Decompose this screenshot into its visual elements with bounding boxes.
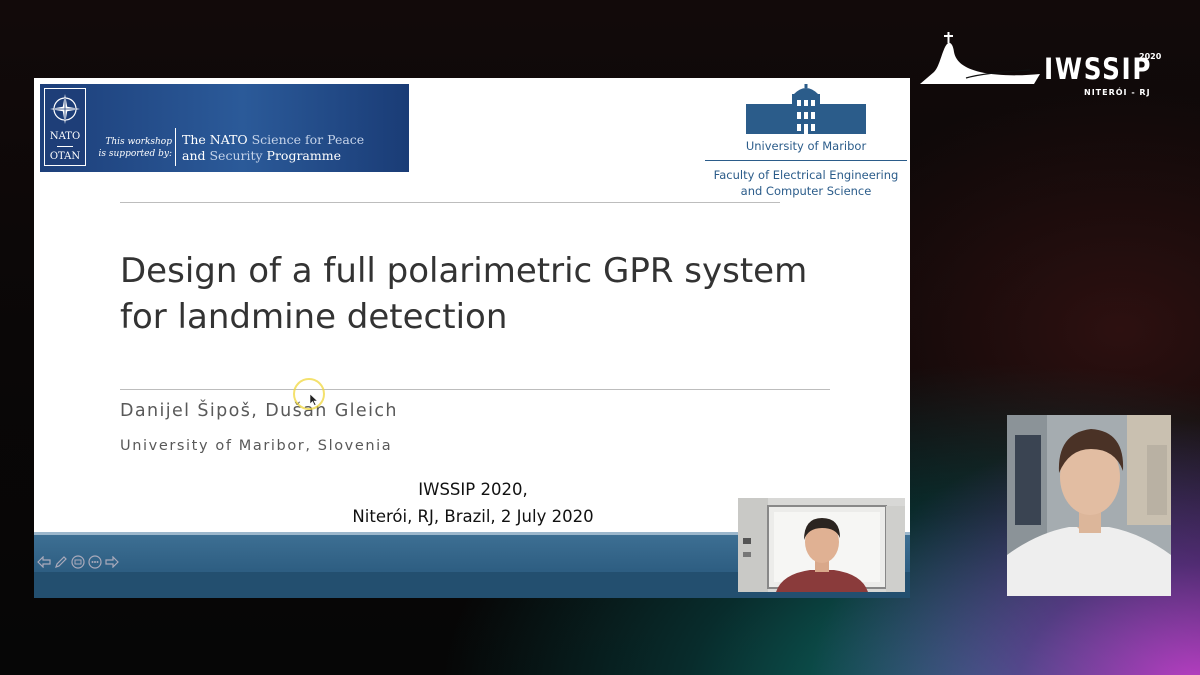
previous-slide-button[interactable] — [36, 554, 52, 570]
event-logo-year: 2020 — [1139, 52, 1162, 61]
participant-webcam — [1007, 415, 1171, 596]
pen-button[interactable] — [53, 554, 69, 570]
nato-banner: NATO OTAN This workshop is supported by:… — [40, 84, 409, 172]
arrow-left-icon — [37, 556, 51, 568]
participant-video-feed — [1007, 415, 1171, 596]
more-icon — [88, 555, 102, 569]
slide-title-line-1: Design of a full polarimetric GPR system — [120, 251, 808, 291]
banner-divider — [175, 128, 176, 166]
programme-line-1-a: The NATO — [182, 132, 252, 147]
presenter-webcam — [738, 498, 905, 592]
title-divider — [120, 389, 830, 390]
slides-icon — [71, 555, 85, 569]
programme-line-2: and Security Programme — [182, 148, 402, 164]
authors: Danijel Šipoš, Dušan Gleich — [120, 401, 398, 421]
supported-by-line-2: is supported by: — [98, 149, 172, 159]
arrow-right-icon — [105, 556, 119, 568]
sugarloaf-mountain-icon — [920, 32, 1040, 84]
faculty-name: Faculty of Electrical Engineering and Co… — [706, 167, 906, 199]
next-slide-button[interactable] — [104, 554, 120, 570]
slideshow-controls — [36, 554, 120, 570]
programme-line-2-a: and — [182, 148, 210, 163]
programme-line-2-c: Programme — [266, 148, 341, 163]
otan-label: OTAN — [49, 151, 81, 162]
event-logo-name: IWSSIP — [1044, 52, 1153, 86]
faculty-line-2: and Computer Science — [740, 184, 872, 198]
more-button[interactable] — [87, 554, 103, 570]
top-divider — [120, 202, 780, 203]
mouse-cursor-icon — [310, 394, 318, 406]
nato-star-icon — [50, 94, 80, 124]
presenter-video-feed — [738, 498, 905, 592]
supported-by-text: This workshop is supported by: — [98, 136, 172, 160]
university-building-logo — [746, 84, 866, 134]
nato-label: NATO — [49, 131, 81, 142]
nato-programme-title: The NATO Science for Peace and Security … — [182, 132, 402, 164]
laser-pointer-highlight — [293, 378, 325, 410]
slide-title-line-2: for landmine detection — [120, 297, 508, 337]
programme-line-1: The NATO Science for Peace — [182, 132, 402, 148]
supported-by-line-1: This workshop — [105, 137, 172, 147]
programme-line-1-b: Science for Peace — [251, 132, 365, 147]
university-divider — [705, 160, 907, 161]
event-logo: IWSSIP 2020 NITERÓI - RJ — [920, 32, 1170, 102]
nato-separator — [57, 146, 73, 147]
affiliation: University of Maribor, Slovenia — [120, 438, 393, 454]
conference-name: IWSSIP 2020, — [418, 480, 528, 499]
nato-emblem: NATO OTAN — [44, 88, 86, 166]
slides-button[interactable] — [70, 554, 86, 570]
event-logo-place: NITERÓI - RJ — [1084, 88, 1151, 97]
programme-line-2-b: Security — [209, 148, 267, 163]
faculty-line-1: Faculty of Electrical Engineering — [713, 168, 899, 182]
university-name: University of Maribor — [745, 139, 867, 153]
conference-location-date: Niterói, RJ, Brazil, 2 July 2020 — [352, 507, 594, 526]
pen-icon — [55, 556, 67, 568]
slide-title: Design of a full polarimetric GPR system… — [120, 248, 840, 340]
